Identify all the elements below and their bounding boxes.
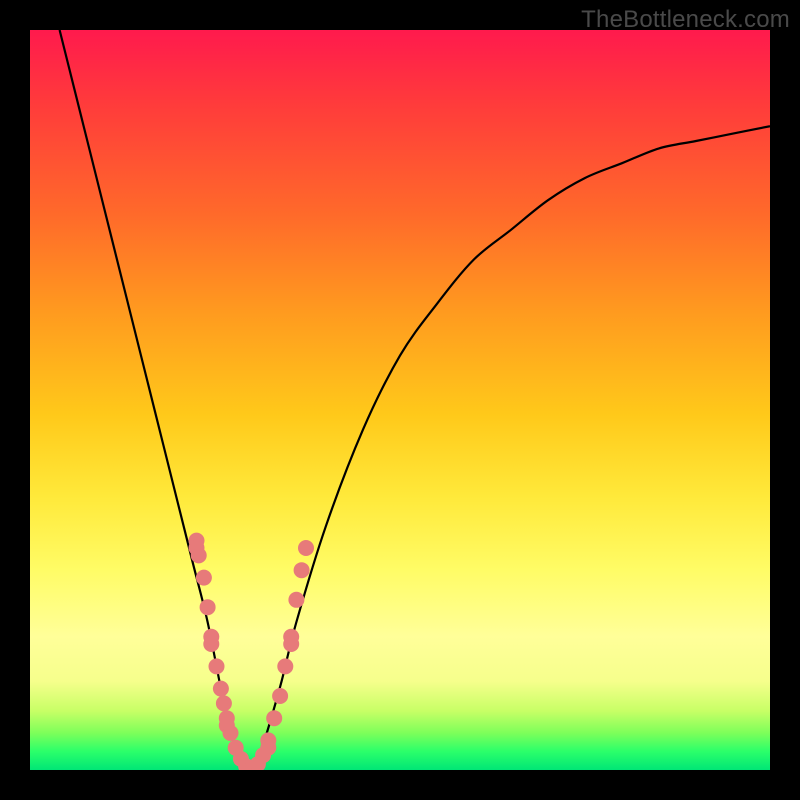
bead-marker (196, 570, 212, 586)
bead-marker (277, 658, 293, 674)
bead-marker (283, 636, 299, 652)
bead-marker (266, 710, 282, 726)
bead-group (189, 533, 315, 770)
plot-area (30, 30, 770, 770)
bead-marker (216, 695, 232, 711)
watermark-text: TheBottleneck.com (581, 6, 790, 34)
curve-svg (30, 30, 770, 770)
bead-marker (272, 688, 288, 704)
bead-marker (203, 636, 219, 652)
outer-frame: TheBottleneck.com (0, 0, 800, 800)
bead-marker (223, 725, 239, 741)
bottleneck-curve (60, 30, 770, 770)
bead-marker (288, 592, 304, 608)
bead-marker (294, 562, 310, 578)
bead-marker (260, 740, 276, 756)
bead-marker (191, 547, 207, 563)
bead-marker (200, 599, 216, 615)
bead-marker (213, 681, 229, 697)
bead-marker (209, 658, 225, 674)
bead-marker (298, 540, 314, 556)
